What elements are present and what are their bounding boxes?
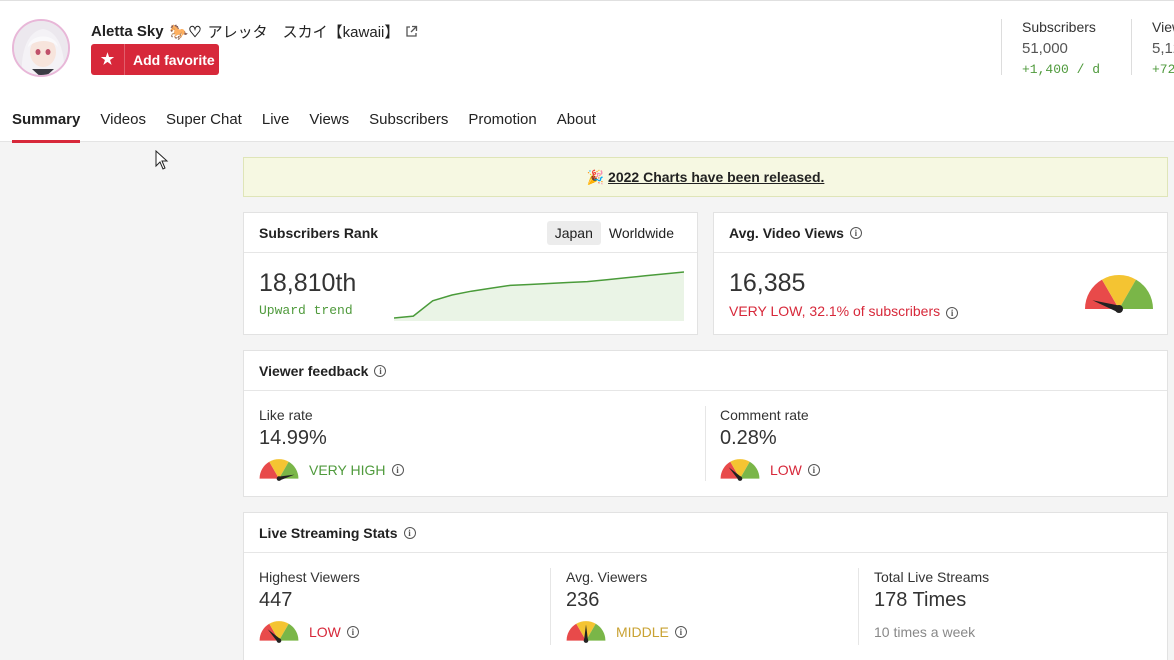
info-icon[interactable]: i (374, 364, 387, 377)
highest-viewers-block: Highest Viewers 447 LOW i (259, 569, 360, 644)
feedback-divider (705, 406, 706, 481)
info-icon[interactable]: i (807, 464, 820, 476)
highest-viewers-value: 447 (259, 589, 293, 611)
highest-viewers-label: Highest Viewers (259, 569, 360, 585)
avg-video-views-note: VERY LOW, 32.1% of subscribers (729, 303, 941, 319)
subscribers-stat-label: Subscribers (1022, 19, 1096, 35)
avg-viewers-gauge-icon (566, 621, 606, 643)
live-streaming-stats-card: Live Streaming Stats i Highest Viewers 4… (243, 512, 1168, 660)
views-stat-label: Views (1152, 19, 1174, 35)
add-favorite-button[interactable]: ★ Add favorite (91, 44, 219, 75)
subscribers-stat-delta: +1,400 / d (1022, 62, 1101, 77)
total-live-streams-label: Total Live Streams (874, 569, 990, 585)
highest-viewers-rating-text: LOW (309, 624, 341, 640)
subscribers-stat: Subscribers 51,000 +1,400 / d (1001, 19, 1131, 77)
comment-rate-label: Comment rate (720, 407, 809, 423)
party-popper-icon: 🎉 (586, 168, 605, 185)
channel-tabs: Summary Videos Super Chat Live Views Sub… (12, 111, 616, 143)
charts-banner[interactable]: 🎉 2022 Charts have been released. (243, 157, 1168, 197)
info-icon[interactable]: i (849, 226, 862, 239)
subscribers-rank-trend: Upward trend (259, 303, 353, 318)
views-stat: Views 5,12 +72 (1131, 19, 1174, 75)
comment-rate-rating-text: LOW (770, 462, 802, 478)
like-rate-label: Like rate (259, 407, 313, 423)
charts-banner-link[interactable]: 2022 Charts have been released. (608, 169, 824, 185)
like-rate-block: Like rate 14.99% VERY HIGH i (259, 407, 404, 482)
info-icon[interactable]: i (346, 626, 359, 638)
views-stat-delta: +72 (1152, 62, 1174, 75)
mouse-cursor-icon (155, 150, 169, 170)
info-icon[interactable]: i (391, 464, 404, 476)
avg-viewers-rating-text: MIDDLE (616, 624, 669, 640)
tab-promotion[interactable]: Promotion (468, 111, 536, 143)
gauge-hub (737, 476, 743, 481)
avg-viewers-label: Avg. Viewers (566, 569, 648, 585)
info-icon[interactable]: i (403, 526, 416, 539)
channel-name-text: Aletta Sky (91, 23, 164, 40)
add-favorite-label: Add favorite (133, 51, 215, 68)
like-rate-value: 14.99% (259, 427, 327, 449)
comment-rate-block: Comment rate 0.28% LOW i (720, 407, 820, 482)
tab-about[interactable]: About (557, 111, 596, 143)
live-streaming-stats-title: Live Streaming Stats (259, 524, 398, 541)
like-rate-rating: VERY HIGH i (259, 458, 404, 482)
info-icon[interactable]: i (674, 626, 687, 638)
channel-name-jp: アレッタ スカイ【kawaii】 (207, 24, 400, 41)
tab-super-chat[interactable]: Super Chat (166, 111, 242, 143)
live-divider-1 (550, 568, 551, 645)
subscribers-rank-title: Subscribers Rank (259, 224, 379, 241)
region-toggle: Japan Worldwide (546, 221, 682, 245)
info-icon[interactable]: i (946, 307, 959, 319)
avg-video-views-header: Avg. Video Views i (714, 213, 1167, 253)
live-divider-2 (858, 568, 859, 645)
views-stat-value: 5,12 (1152, 40, 1174, 57)
avg-video-views-card: Avg. Video Views i 16,385 VERY LOW, 32.1… (713, 212, 1168, 335)
subscribers-rank-value: 18,810th (259, 269, 357, 297)
total-live-streams-value: 178 Times (874, 589, 967, 611)
subscribers-rank-card: Subscribers Rank Japan Worldwide 18,810t… (243, 212, 698, 335)
tab-subscribers[interactable]: Subscribers (369, 111, 448, 143)
toggle-worldwide[interactable]: Worldwide (601, 221, 682, 245)
highest-viewers-rating: LOW i (259, 620, 360, 644)
highest-viewers-gauge-icon (259, 621, 299, 643)
channel-emoji: 🐎♡ (169, 23, 202, 41)
like-rate-rating-text: VERY HIGH (309, 462, 386, 478)
sparkline-area (394, 272, 684, 321)
subscribers-rank-sparkline (394, 271, 684, 321)
toggle-japan[interactable]: Japan (546, 221, 601, 245)
channel-name: Aletta Sky 🐎♡ アレッタ スカイ【kawaii】 (91, 21, 418, 42)
avatar[interactable] (12, 19, 70, 77)
tab-views[interactable]: Views (309, 111, 349, 143)
total-live-streams-block: Total Live Streams 178 Times 10 times a … (874, 569, 989, 640)
tab-videos[interactable]: Videos (100, 111, 146, 143)
avg-video-views-value: 16,385 (729, 269, 806, 297)
comment-rate-gauge-icon (720, 459, 760, 481)
avg-video-views-title: Avg. Video Views (729, 224, 844, 241)
tab-live[interactable]: Live (262, 111, 290, 143)
gauge-hub (583, 638, 589, 643)
avg-viewers-value: 236 (566, 589, 600, 611)
viewer-feedback-card: Viewer feedback i Like rate 14.99% VERY … (243, 350, 1168, 497)
like-rate-gauge-icon (259, 459, 299, 481)
star-icon: ★ (91, 44, 125, 75)
channel-header: Aletta Sky 🐎♡ アレッタ スカイ【kawaii】 ★ Add fav… (0, 0, 1174, 143)
comment-rate-value: 0.28% (720, 427, 777, 449)
avg-video-views-gauge-icon (1085, 275, 1153, 313)
gauge-hub (276, 638, 282, 643)
avg-viewers-block: Avg. Viewers 236 MIDDLE i (566, 569, 687, 644)
avg-viewers-rating: MIDDLE i (566, 620, 687, 644)
avg-video-views-rating: VERY LOW, 32.1% of subscribers i (729, 303, 959, 319)
viewer-feedback-title: Viewer feedback (259, 362, 369, 379)
viewer-feedback-header: Viewer feedback i (244, 351, 1167, 391)
avatar-image (14, 21, 68, 75)
tab-summary[interactable]: Summary (12, 111, 81, 143)
external-link-icon[interactable] (405, 25, 418, 38)
comment-rate-rating: LOW i (720, 458, 820, 482)
gauge-hub (276, 476, 282, 481)
subscribers-rank-header: Subscribers Rank Japan Worldwide (244, 213, 697, 253)
total-live-streams-frequency: 10 times a week (874, 624, 976, 640)
live-streaming-stats-header: Live Streaming Stats i (244, 513, 1167, 553)
subscribers-stat-value: 51,000 (1022, 40, 1068, 57)
gauge-hub (1115, 305, 1123, 313)
